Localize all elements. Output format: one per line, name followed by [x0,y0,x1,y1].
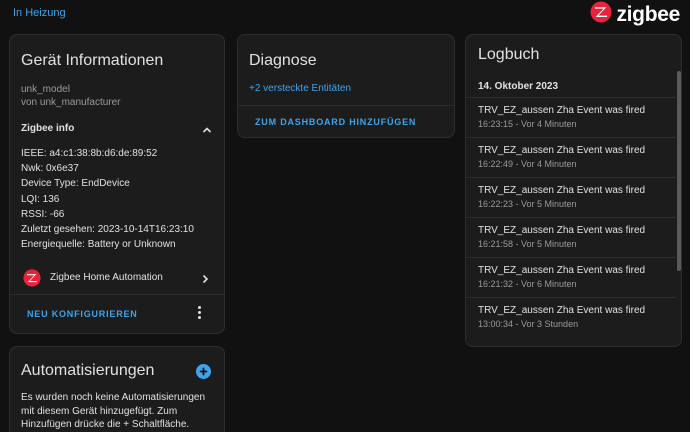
card-divider [10,294,224,295]
logbook-scrollbar[interactable] [677,71,681,271]
device-manufacturer: von unk_manufacturer [21,97,121,108]
log-entry-title: TRV_EZ_aussen Zha Event was fired [478,185,646,196]
integration-label: Zigbee Home Automation [50,272,163,283]
zigbee-logo-icon [590,1,612,28]
reconfigure-button[interactable]: NEU KONFIGURIEREN [27,309,138,319]
chevron-up-icon[interactable] [201,123,213,141]
info-line-ieee: IEEE: a4:c1:38:8b:d6:de:89:52 [21,148,158,159]
log-entry-title: TRV_EZ_aussen Zha Event was fired [478,265,646,276]
automations-title: Automatisierungen [21,362,155,379]
log-entry[interactable]: TRV_EZ_aussen Zha Event was fired 13:00:… [466,297,676,337]
brand-name: zigbee [616,2,680,26]
automations-card: Automatisierungen Es wurden noch keine A… [9,346,225,432]
log-entry-time: 16:21:58 - Vor 5 Minuten [478,239,577,249]
add-to-dashboard-button[interactable]: ZUM DASHBOARD HINZUFÜGEN [255,117,416,127]
log-entry[interactable]: TRV_EZ_aussen Zha Event was fired 16:21:… [466,257,676,297]
zigbee-info-toggle[interactable]: Zigbee info [21,123,74,134]
log-entry-title: TRV_EZ_aussen Zha Event was fired [478,305,646,316]
log-entry[interactable]: TRV_EZ_aussen Zha Event was fired 16:22:… [466,177,676,217]
zigbee-integration-icon [23,269,41,292]
more-vert-icon[interactable] [194,306,204,320]
add-automation-button[interactable] [196,364,211,379]
plus-icon [199,367,208,376]
logbook-list: TRV_EZ_aussen Zha Event was fired 16:23:… [466,97,676,337]
diagnose-card: Diagnose +2 versteckte Entitäten ZUM DAS… [237,34,455,138]
log-entry-time: 16:21:32 - Vor 6 Minuten [478,279,577,289]
logbook-card: Logbuch 14. Oktober 2023 TRV_EZ_aussen Z… [465,34,682,347]
log-entry[interactable]: TRV_EZ_aussen Zha Event was fired 16:23:… [466,97,676,137]
chevron-right-icon [199,272,211,290]
hidden-entities-link[interactable]: +2 versteckte Entitäten [249,83,351,94]
info-line-last-seen: Zuletzt gesehen: 2023-10-14T16:23:10 [21,224,194,236]
log-entry-time: 16:22:23 - Vor 5 Minuten [478,199,577,209]
card-divider [238,105,454,106]
info-line-power-source: Energiequelle: Battery or Unknown [21,239,176,251]
log-entry-time: 16:23:15 - Vor 4 Minuten [478,119,577,129]
brand: zigbee [590,1,680,28]
integration-row[interactable]: Zigbee Home Automation [10,265,224,293]
logbook-date: 14. Oktober 2023 [478,81,559,92]
log-entry-title: TRV_EZ_aussen Zha Event was fired [478,225,646,236]
log-entry[interactable]: TRV_EZ_aussen Zha Event was fired 16:22:… [466,137,676,177]
logbook-title: Logbuch [478,46,540,63]
device-model: unk_model [21,84,70,95]
info-line-lqi: LQI: 136 [21,193,60,205]
log-entry-time: 16:22:49 - Vor 4 Minuten [478,159,577,169]
log-entry-title: TRV_EZ_aussen Zha Event was fired [478,105,646,116]
diagnose-title: Diagnose [249,52,317,69]
zigbee-info-details: IEEE: a4:c1:38:8b:d6:de:89:52 Nwk: 0x6e3… [21,146,194,252]
log-entry-title: TRV_EZ_aussen Zha Event was fired [478,145,646,156]
device-info-card: Gerät Informationen unk_model von unk_ma… [9,34,225,334]
log-entry-time: 13:00:34 - Vor 3 Stunden [478,319,579,329]
info-line-nwk: Nwk: 0x6e37 [21,163,79,175]
device-model-block: unk_model von unk_manufacturer [21,83,121,109]
info-line-device-type: Device Type: EndDevice [21,178,130,190]
device-info-title: Gerät Informationen [21,52,164,69]
top-bar: In Heizung zigbee [0,0,690,28]
automations-empty-text: Es wurden noch keine Automatisierungen m… [21,392,206,430]
log-entry[interactable]: TRV_EZ_aussen Zha Event was fired 16:21:… [466,217,676,257]
info-line-rssi: RSSI: -66 [21,208,65,220]
breadcrumb-link[interactable]: In Heizung [13,7,66,19]
